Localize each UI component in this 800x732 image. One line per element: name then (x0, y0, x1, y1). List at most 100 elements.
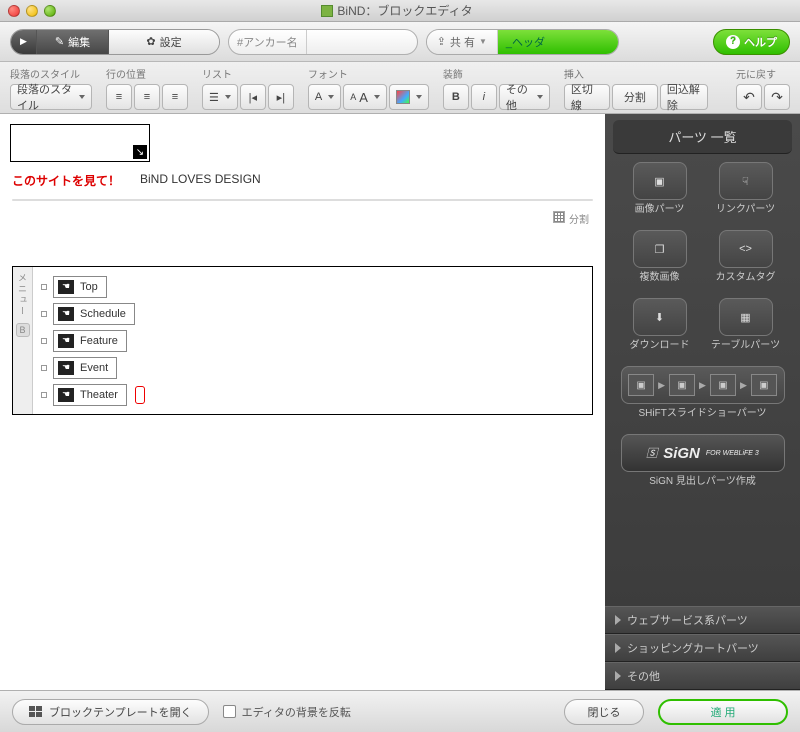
bullet-icon (41, 365, 47, 371)
part-multi-image[interactable]: ❐複数画像 (621, 230, 699, 290)
subtitle-red: このサイトを見て！ (12, 172, 120, 189)
menu-block-tab: メニュー B (13, 267, 33, 414)
menu-tab-label: メニュー (16, 273, 29, 317)
bold-button[interactable]: B (443, 84, 469, 110)
group-list: リスト ☰ |◂ ▸| (202, 66, 294, 107)
help-label: ヘルプ (744, 34, 777, 50)
menu-block[interactable]: メニュー B ☚Top ☚Schedule ☚Feature ☚Event ☚T… (12, 266, 593, 415)
slide-icon: ▣ (710, 374, 736, 396)
undo-icon: ↶ (743, 89, 755, 106)
parts-panel: パーツ 一覧 ▣画像パーツ ☟リンクパーツ ❐複数画像 <>カスタムタグ ⬇ダウ… (605, 114, 800, 690)
menu-item[interactable]: ☚Feature (41, 327, 584, 354)
share-target[interactable]: _ヘッダ (498, 30, 618, 54)
menu-item-label: Top (80, 281, 98, 293)
menu-item[interactable]: ☚Event (41, 354, 584, 381)
window-close-button[interactable] (8, 5, 20, 17)
open-block-template-button[interactable]: ブロックテンプレートを開く (12, 699, 209, 725)
accordion-web-services[interactable]: ウェブサービス系パーツ (605, 606, 800, 634)
share-control: ⇪共 有▼ _ヘッダ (426, 29, 619, 55)
edit-label: 編集 (68, 34, 90, 50)
horizontal-rule (12, 199, 593, 201)
align-right-button[interactable]: ≡ (162, 84, 188, 110)
group-undo: 元に戻す ↶ ↷ (736, 66, 790, 107)
paragraph-style-select[interactable]: 段落のスタイル (10, 84, 92, 110)
undo-button[interactable]: ↶ (736, 84, 762, 110)
bullet-icon (41, 338, 47, 344)
italic-icon: i (483, 91, 485, 103)
apply-button[interactable]: 適 用 (658, 699, 788, 725)
window-title: BiND：ブロックエディタ (56, 2, 738, 19)
window-minimize-button[interactable] (26, 5, 38, 17)
multi-image-icon: ❐ (655, 243, 665, 256)
part-custom-tag[interactable]: <>カスタムタグ (707, 230, 785, 290)
font-label: フォント (308, 66, 429, 81)
menu-item[interactable]: ☚Theater (41, 381, 584, 408)
app-icon (321, 5, 333, 17)
slide-icon: ▣ (628, 374, 654, 396)
anchor-input[interactable] (307, 36, 417, 48)
subtitle-black: BiND LOVES DESIGN (140, 172, 261, 189)
slide-icon: ▣ (669, 374, 695, 396)
accordion-shopping-cart[interactable]: ショッピングカートパーツ (605, 634, 800, 662)
menu-b-badge: B (16, 323, 30, 337)
color-icon (396, 90, 410, 104)
window-zoom-button[interactable] (44, 5, 56, 17)
bottom-toolbar: ブロックテンプレートを開く エディタの背景を反転 閉じる 適 用 (0, 690, 800, 732)
indent-button[interactable]: ▸| (268, 84, 294, 110)
italic-button[interactable]: i (471, 84, 497, 110)
font-family-button[interactable]: A (308, 84, 341, 110)
header-image-block[interactable]: ↘ (10, 124, 150, 162)
edit-button[interactable]: ✎編集 (37, 30, 109, 54)
sign-icon: 🅂 (646, 445, 657, 461)
invert-background-checkbox[interactable]: エディタの背景を反転 (223, 704, 351, 720)
close-button[interactable]: 閉じる (564, 699, 644, 725)
insert-hr-button[interactable]: 区切線 (564, 84, 610, 110)
bullet-list-button[interactable]: ☰ (202, 84, 238, 110)
bullet-icon (41, 392, 47, 398)
chevron-right-icon (615, 643, 621, 653)
menu-item[interactable]: ☚Schedule (41, 300, 584, 327)
settings-button[interactable]: ✿設定 (109, 30, 219, 54)
align-right-icon: ≡ (172, 91, 178, 103)
group-line-position: 行の位置 ≡ ≡ ≡ (106, 66, 188, 107)
font-size-icon: A (350, 92, 356, 102)
part-table[interactable]: ▦テーブルパーツ (707, 298, 785, 358)
part-image[interactable]: ▣画像パーツ (621, 162, 699, 222)
accordion-other[interactable]: その他 (605, 662, 800, 690)
part-link[interactable]: ☟リンクパーツ (707, 162, 785, 222)
align-left-button[interactable]: ≡ (106, 84, 132, 110)
share-button[interactable]: ⇪共 有▼ (427, 30, 498, 54)
help-button[interactable]: ? ヘルプ (713, 29, 790, 55)
outdent-button[interactable]: |◂ (240, 84, 266, 110)
help-icon: ? (726, 35, 740, 49)
line-position-label: 行の位置 (106, 66, 188, 81)
window-titlebar: BiND：ブロックエディタ (0, 0, 800, 22)
menu-item-label: Event (80, 362, 108, 374)
link-icon: ☟ (742, 175, 749, 188)
align-left-icon: ≡ (116, 91, 122, 103)
group-paragraph-style: 段落のスタイル 段落のスタイル (10, 66, 92, 107)
part-slideshow[interactable]: ▣▶▣▶▣▶▣ SHiFTスライドショーパーツ (618, 366, 788, 426)
block-handle-icon[interactable]: ↘ (133, 145, 147, 159)
part-download[interactable]: ⬇ダウンロード (621, 298, 699, 358)
font-color-button[interactable] (389, 84, 429, 110)
split-caption: 分割 (16, 211, 589, 226)
font-icon: A (315, 91, 322, 103)
run-button[interactable]: ▶ (11, 30, 37, 54)
part-sign[interactable]: 🅂SiGNFOR WEBLiFE 3 SiGN 見出しパーツ作成 (618, 434, 788, 494)
redo-button[interactable]: ↷ (764, 84, 790, 110)
editor-canvas[interactable]: ↘ このサイトを見て！ BiND LOVES DESIGN 分割 メニュー B … (0, 114, 605, 690)
parts-panel-title: パーツ 一覧 (613, 120, 792, 154)
insert-unwrap-button[interactable]: 回込解除 (660, 84, 708, 110)
decoration-other-button[interactable]: その他 (499, 84, 550, 110)
align-center-button[interactable]: ≡ (134, 84, 160, 110)
gear-icon: ✿ (146, 35, 155, 48)
share-icon: ⇪ (437, 35, 446, 48)
bullet-icon (41, 284, 47, 290)
menu-item[interactable]: ☚Top (41, 273, 584, 300)
font-size-button[interactable]: AA (343, 84, 387, 110)
menu-item-label: Feature (80, 335, 118, 347)
insert-split-button[interactable]: 分割 (612, 84, 658, 110)
image-icon: ▣ (654, 175, 664, 188)
outdent-icon: |◂ (249, 91, 257, 104)
